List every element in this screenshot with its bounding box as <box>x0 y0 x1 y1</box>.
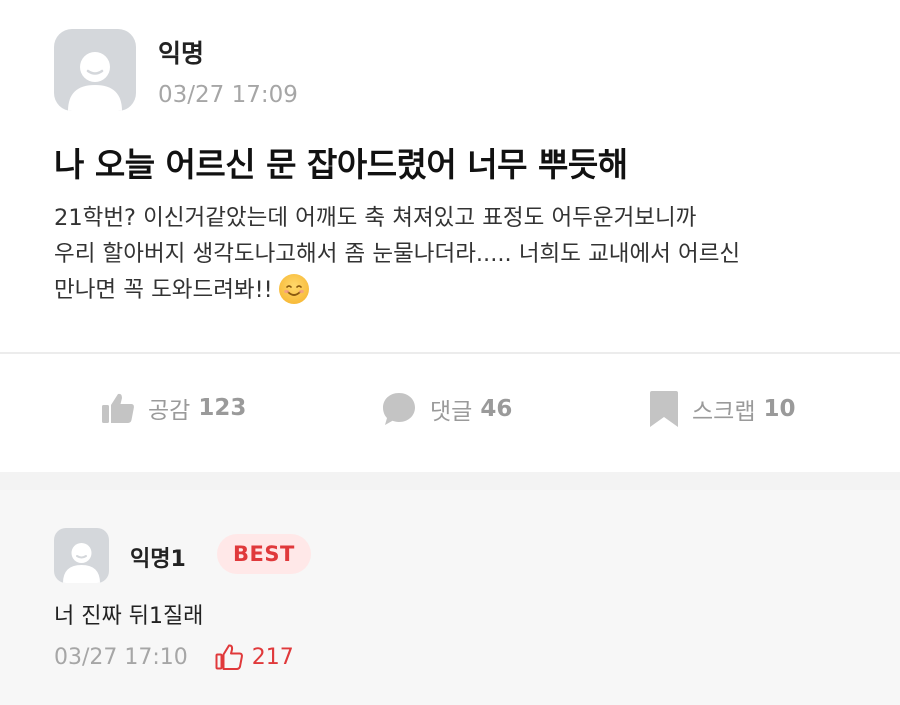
comment-author: 익명1 <box>130 547 186 572</box>
like-count: 123 <box>198 395 247 421</box>
comment-body: 너 진짜 뒤1질래 <box>54 604 204 629</box>
post-title: 나 오늘 어르신 문 잡아드렸어 너무 뿌듯해 <box>54 145 628 184</box>
speech-bubble-icon <box>380 390 418 428</box>
best-badge: BEST <box>217 534 311 574</box>
comment-count: 46 <box>480 396 513 422</box>
smiling-face-icon <box>278 274 309 304</box>
post-body-line: 21학번? 이신거같았는데 어깨도 축 쳐져있고 표정도 어두운거보니까 <box>54 205 697 231</box>
avatar-silhouette-icon <box>63 543 100 583</box>
like-label: 공감 <box>148 398 191 424</box>
post-timestamp: 03/27 17:09 <box>158 82 298 108</box>
comment-like-button[interactable]: 217 <box>214 642 294 672</box>
author-avatar[interactable] <box>54 29 136 111</box>
comment-button[interactable]: 댓글 46 <box>380 390 512 428</box>
bookmark-icon <box>648 390 680 428</box>
comment-author-avatar[interactable] <box>54 528 109 583</box>
scrap-count: 10 <box>763 396 796 422</box>
post-body-line: 만나면 꼭 도와드려봐!! <box>54 272 874 308</box>
avatar-silhouette-icon <box>68 52 122 111</box>
post-body-line: 우리 할아버지 생각도나고해서 좀 눈물나더라..... 너희도 교내에서 어르… <box>54 241 741 267</box>
thumbs-up-icon <box>100 390 136 426</box>
post-author: 익명 <box>158 39 205 68</box>
post-body: 21학번? 이신거같았는데 어깨도 축 쳐져있고 표정도 어두운거보니까 우리 … <box>54 200 874 308</box>
like-button[interactable]: 공감 123 <box>100 390 246 426</box>
comment-label: 댓글 <box>430 399 473 425</box>
comment-meta: 03/27 17:10 217 <box>54 642 294 672</box>
post-card: 익명 03/27 17:09 나 오늘 어르신 문 잡아드렸어 너무 뿌듯해 2… <box>0 0 900 352</box>
comment-timestamp: 03/27 17:10 <box>54 644 188 670</box>
scrap-label: 스크랩 <box>692 399 756 425</box>
section-gap <box>0 472 900 490</box>
comment-like-count: 217 <box>251 644 294 670</box>
scrap-button[interactable]: 스크랩 10 <box>648 390 796 428</box>
best-comment: 익명1 BEST 너 진짜 뒤1질래 03/27 17:10 217 <box>0 490 900 705</box>
thumbs-up-outline-icon <box>215 644 243 670</box>
post-actions-bar: 공감 123 댓글 46 스크랩 10 <box>0 354 900 472</box>
